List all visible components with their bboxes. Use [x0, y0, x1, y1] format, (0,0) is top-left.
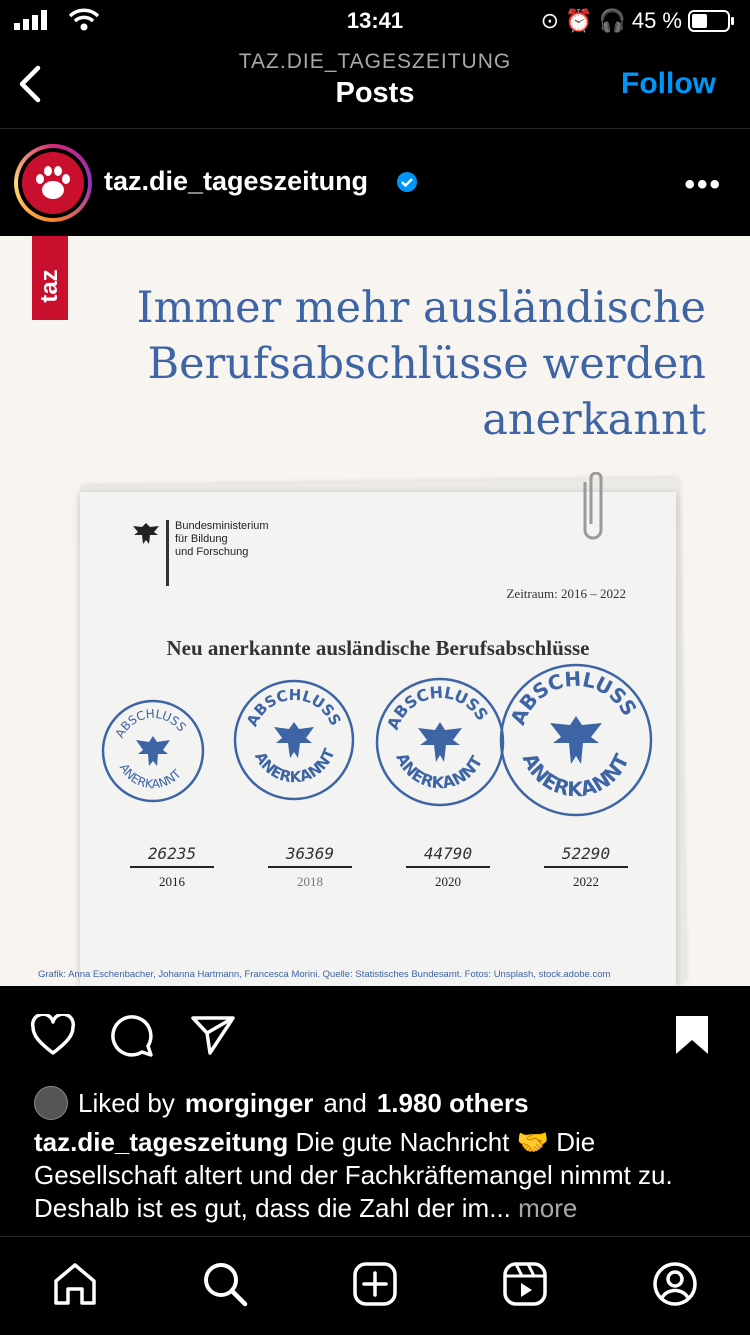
figure-value-2022: 52290: [561, 844, 611, 863]
paw-icon: [36, 166, 70, 199]
svg-text:ABSCHLUSS: ABSCHLUSS: [506, 667, 642, 729]
figure-value-2020: 44790: [423, 844, 473, 863]
follow-button[interactable]: Follow: [621, 67, 716, 101]
post-caption: taz.die_tageszeitung Die gute Nachricht …: [34, 1126, 724, 1225]
taz-logo: taz: [32, 236, 68, 320]
stamp-2016: ABSCHLUSS ANERKANNT: [101, 699, 205, 803]
caption-more-link[interactable]: more: [518, 1193, 577, 1223]
svg-text:ANERKANNT: ANERKANNT: [117, 761, 184, 791]
like-heart-icon[interactable]: [30, 1014, 76, 1056]
profile-icon[interactable]: [652, 1261, 698, 1307]
image-headline: Immer mehr ausländische Berufsabschlüsse…: [136, 283, 706, 445]
battery-percent: 45 %: [631, 8, 682, 33]
stamp-2020: ABSCHLUSS ANERKANNT: [375, 677, 505, 807]
top-nav: TAZ.DIE_TAGESZEITUNG Posts Follow: [0, 40, 750, 129]
stamp-2022: ABSCHLUSS ANERKANNT: [499, 663, 653, 817]
liker-username[interactable]: morginger: [185, 1088, 314, 1119]
svg-text:ANERKANNT: ANERKANNT: [518, 749, 634, 801]
image-credit: Grafik: Anna Eschenbacher, Johanna Hartm…: [38, 969, 611, 980]
figure-value-2018: 36369: [285, 844, 335, 863]
likes-count[interactable]: 1.980 others: [377, 1088, 529, 1119]
likes-summary[interactable]: Liked by morginger and 1.980 others: [34, 1086, 529, 1120]
account-name[interactable]: taz.die_tageszeitung: [104, 166, 368, 197]
paperclip-icon: [583, 472, 603, 540]
post-actions: [0, 986, 750, 1078]
figure-value-2016: 26235: [147, 844, 197, 863]
bookmark-icon[interactable]: [674, 1014, 710, 1056]
post-header: taz.die_tageszeitung •••: [0, 130, 750, 236]
figure-year-2022: 2022: [573, 874, 599, 889]
bottom-tab-bar: [0, 1236, 750, 1335]
liker-avatar: [34, 1086, 68, 1120]
eagle-emblem-icon: [133, 523, 159, 544]
home-icon[interactable]: [52, 1261, 98, 1307]
document-sheet: Bundesministerium für Bildung und Forsch…: [80, 492, 676, 986]
stamp-2018: ABSCHLUSS ANERKANNT: [233, 679, 355, 801]
document-title: Neu anerkannte ausländische Berufsabschl…: [166, 636, 590, 660]
share-send-icon[interactable]: [190, 1014, 236, 1056]
verified-badge-icon: [397, 172, 417, 192]
rotation-lock-icon: ⊙: [540, 8, 560, 33]
post-image[interactable]: taz Immer mehr ausländische Berufsabschl…: [0, 236, 750, 986]
figure-year-2018: 2018: [297, 874, 323, 889]
caption-username[interactable]: taz.die_tageszeitung: [34, 1127, 288, 1157]
headphones-icon: 🎧: [598, 8, 626, 33]
new-post-icon[interactable]: [352, 1261, 398, 1307]
alarm-icon: ⏰: [565, 8, 593, 33]
reels-icon[interactable]: [502, 1261, 548, 1307]
figure-year-2016: 2016: [159, 874, 185, 889]
status-right: ⊙ ⏰ 🎧 45 %: [541, 8, 736, 34]
figure-year-2020: 2020: [435, 874, 461, 889]
search-icon[interactable]: [202, 1261, 248, 1307]
status-bar: 13:41 ⊙ ⏰ 🎧 45 %: [0, 0, 750, 40]
period-label: Zeitraum: 2016 – 2022: [506, 586, 626, 601]
ministry-name: Bundesministerium für Bildung und Forsch…: [175, 520, 269, 558]
comment-bubble-icon[interactable]: [110, 1014, 154, 1058]
avatar[interactable]: [14, 144, 92, 222]
more-options-icon[interactable]: •••: [684, 168, 722, 202]
battery-icon: [688, 10, 734, 32]
